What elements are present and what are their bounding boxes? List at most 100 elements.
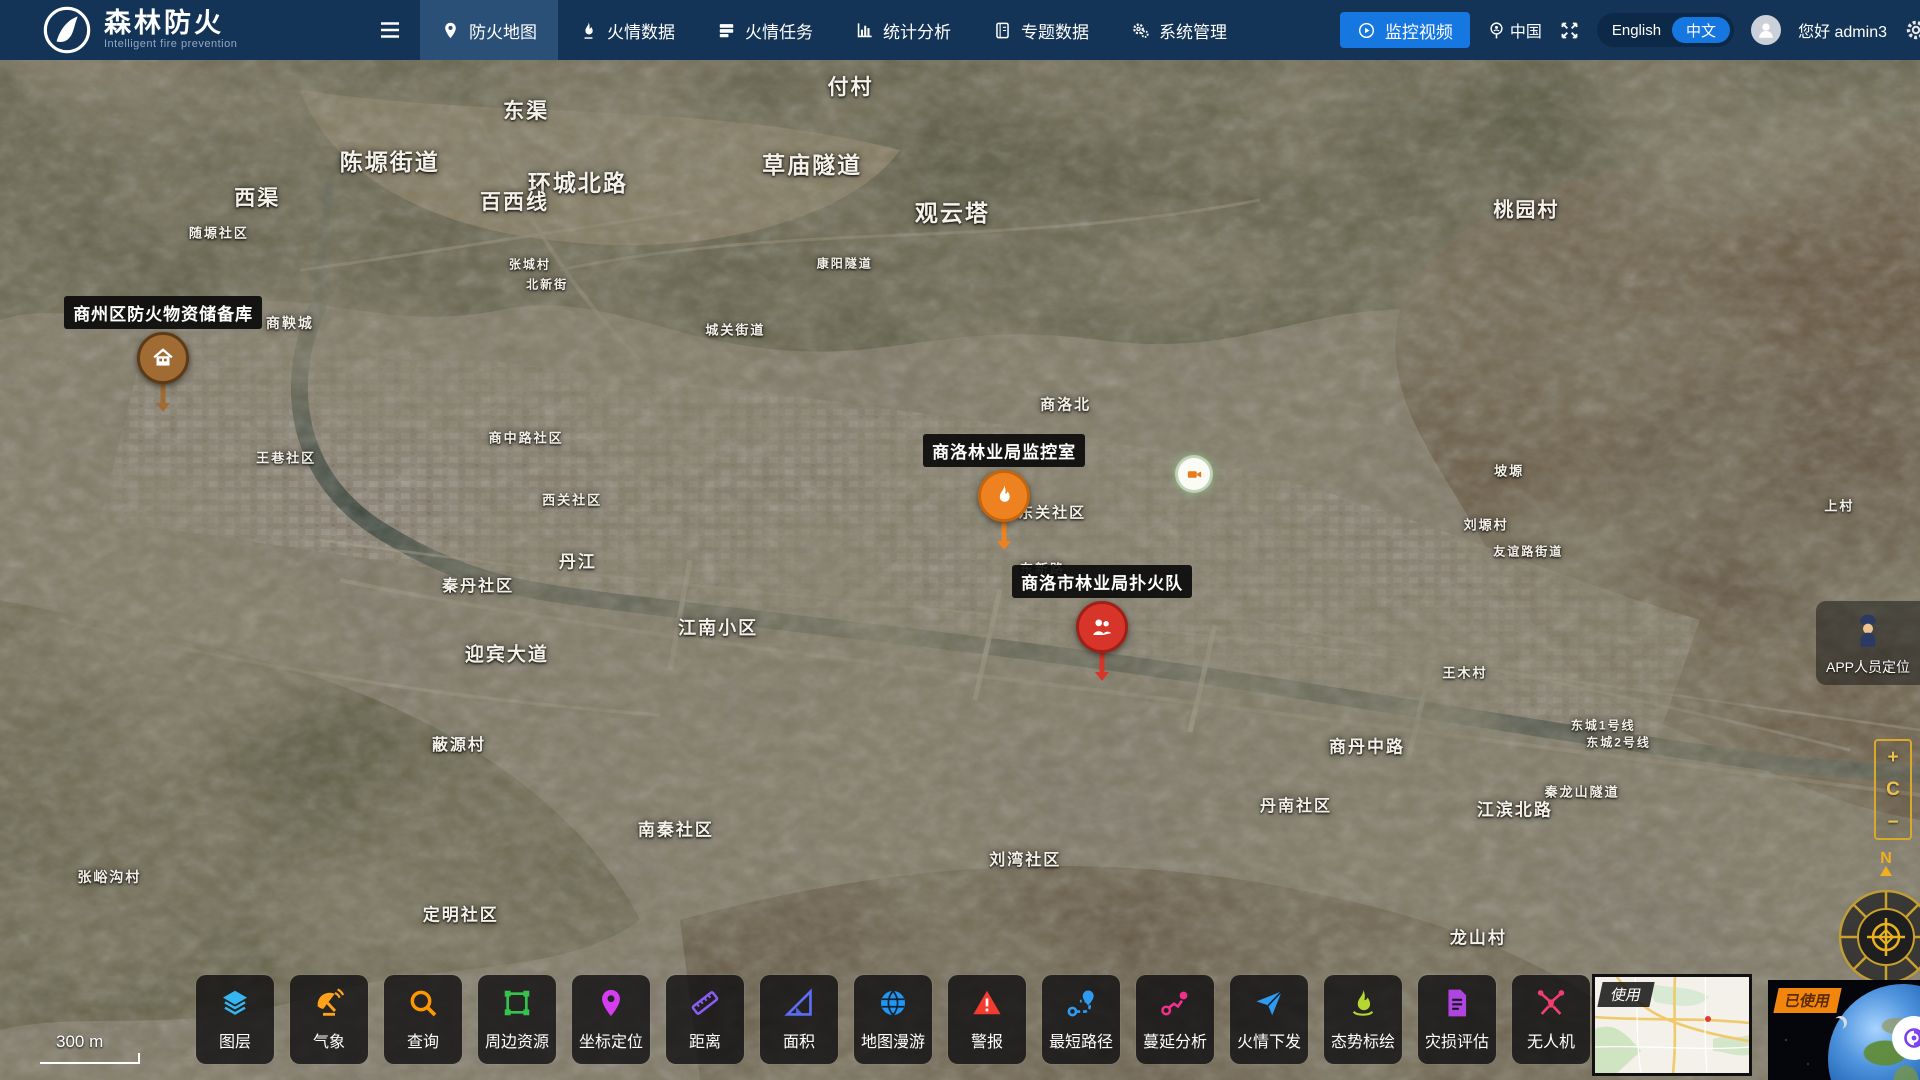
nav-item-2[interactable]: 火情数据 <box>558 0 696 60</box>
top-nav: 森林防火 Intelligent fire prevention 防火地图 火情数… <box>0 0 1920 60</box>
tool-label: 地图漫游 <box>861 1028 925 1052</box>
tool-11-button[interactable]: 蔓延分析 <box>1136 975 1214 1064</box>
settings-gear-icon[interactable] <box>1904 18 1920 42</box>
map-label: 百西线 <box>480 186 549 216</box>
map-label: 丹江 <box>559 547 597 572</box>
marker-label: 商洛市林业局扑火队 <box>1012 565 1192 598</box>
map-label: 秦龙山隧道 <box>1545 782 1620 801</box>
team-icon[interactable] <box>1076 601 1128 653</box>
zoom-in-button[interactable]: + <box>1887 748 1898 767</box>
map-label: 迎宾大道 <box>465 639 549 666</box>
map-label: 观云塔 <box>915 194 990 228</box>
tool-10-button[interactable]: 最短路径 <box>1042 975 1120 1064</box>
scale-bar: 300 m <box>40 1032 140 1064</box>
country-selector[interactable]: 中国 <box>1487 18 1542 42</box>
zoom-control: + C − <box>1874 739 1912 840</box>
tool-5-button[interactable]: 坐标定位 <box>572 975 650 1064</box>
tool-label: 警报 <box>971 1028 1003 1052</box>
map-label: 陈塬街道 <box>340 143 440 177</box>
map-label: 东城2号线 <box>1586 734 1651 751</box>
monitor-video-button[interactable]: 监控视频 <box>1340 12 1470 48</box>
street-map-marker <box>1705 1016 1711 1022</box>
flame-icon[interactable] <box>978 470 1030 522</box>
map-canvas[interactable]: 东渠陈塬街道环城北路百西线西渠付村草庙隧道观云塔桃园村随塬社区张城村北新街城关街… <box>0 60 1920 1080</box>
fire-data-icon <box>579 21 598 40</box>
map-label: 张峪沟村 <box>77 867 141 887</box>
map-label: 张城村 <box>509 256 551 273</box>
tool-label: 图层 <box>219 1028 251 1052</box>
user-avatar[interactable] <box>1751 15 1781 45</box>
map-pin-icon <box>441 21 460 40</box>
send-icon <box>1253 987 1285 1019</box>
map-label: 龙山村 <box>1450 924 1507 949</box>
topbar-right: 监控视频 中国 English 中文 您好 admin3 <box>1340 0 1912 60</box>
zoom-out-button[interactable]: − <box>1887 813 1898 832</box>
nav-item-1[interactable]: 防火地图 <box>420 0 558 60</box>
tool-13-button[interactable]: 态势标绘 <box>1324 975 1402 1064</box>
marker-arrow <box>997 541 1011 550</box>
nav-item-3[interactable]: 火情任务 <box>696 0 834 60</box>
brand: 森林防火 Intelligent fire prevention <box>42 0 237 60</box>
tool-1-button[interactable]: 图层 <box>196 975 274 1064</box>
map-label: 江滨北路 <box>1477 795 1553 820</box>
tool-12-button[interactable]: 火情下发 <box>1230 975 1308 1064</box>
tool-15-button[interactable]: 无人机 <box>1512 975 1590 1064</box>
tool-4-button[interactable]: 周边资源 <box>478 975 556 1064</box>
nav-item-4[interactable]: 统计分析 <box>834 0 972 60</box>
tool-7-button[interactable]: 面积 <box>760 975 838 1064</box>
zoom-reset-button[interactable]: C <box>1886 780 1900 799</box>
map-label: 江南小区 <box>678 614 758 640</box>
tool-9-button[interactable]: 警报 <box>948 975 1026 1064</box>
tool-label: 查询 <box>407 1028 439 1052</box>
tool-2-button[interactable]: 气象 <box>290 975 368 1064</box>
bottom-toolbar: 图层 气象 查询 周边资源坐标定位距离面积 地图漫游 警报 最短路径蔓延分析火情下发态势标绘… <box>196 975 1590 1064</box>
nav-item-5[interactable]: 专题数据 <box>972 0 1110 60</box>
map-label: 随塬社区 <box>189 223 249 242</box>
tool-label: 面积 <box>783 1028 815 1052</box>
tool-8-button[interactable]: 地图漫游 <box>854 975 932 1064</box>
globe-icon <box>877 987 909 1019</box>
tool-14-button[interactable]: 灾损评估 <box>1418 975 1496 1064</box>
marker-arrow <box>1095 672 1109 681</box>
tool-3-button[interactable]: 查询 <box>384 975 462 1064</box>
camera-poi-marker[interactable] <box>1178 458 1210 490</box>
system-icon <box>1131 21 1150 40</box>
locate-icon <box>595 987 627 1019</box>
country-pin-icon <box>1487 21 1506 40</box>
app-title: 森林防火 <box>104 9 237 37</box>
tool-label: 态势标绘 <box>1331 1028 1395 1052</box>
compass-north-label: N <box>1880 850 1892 867</box>
tool-label: 气象 <box>313 1028 345 1052</box>
nav-item-label: 火情数据 <box>607 18 675 43</box>
app-personnel-panel[interactable]: APP人员定位 <box>1816 601 1920 685</box>
minimap-street[interactable]: 使用 <box>1592 974 1752 1076</box>
lang-option-english[interactable]: English <box>1612 22 1661 39</box>
house-icon[interactable] <box>137 332 189 384</box>
ruler-icon <box>689 987 721 1019</box>
fullscreen-button[interactable] <box>1559 20 1580 41</box>
lang-option-chinese[interactable]: 中文 <box>1672 17 1730 43</box>
minimap-earth-badge: 已使用 <box>1773 988 1841 1013</box>
tool-6-button[interactable]: 距离 <box>666 975 744 1064</box>
tool-label: 坐标定位 <box>579 1028 643 1052</box>
menu-toggle[interactable] <box>378 18 402 42</box>
nav-item-label: 火情任务 <box>745 18 813 43</box>
map-label: 南秦社区 <box>638 816 714 841</box>
alert-icon <box>971 987 1003 1019</box>
map-label: 东渠 <box>503 95 549 125</box>
region-icon <box>501 987 533 1019</box>
compass[interactable]: N <box>1816 847 1920 997</box>
language-toggle[interactable]: English 中文 <box>1597 13 1734 47</box>
map-label: 坡塬 <box>1494 461 1524 480</box>
minimap-earth[interactable]: 已使用 <box>1768 980 1920 1080</box>
map-label: 定明社区 <box>423 900 499 925</box>
scale-line <box>40 1053 140 1064</box>
map-label: 刘塬村 <box>1464 515 1509 534</box>
map-label: 康阳隧道 <box>817 254 873 271</box>
nav-item-6[interactable]: 系统管理 <box>1110 0 1248 60</box>
map-label: 付村 <box>828 71 874 101</box>
area-icon <box>783 987 815 1019</box>
map-label: 丹南社区 <box>1260 792 1332 816</box>
layers-icon <box>219 987 251 1019</box>
main-nav: 防火地图 火情数据 火情任务统计分析专题数据系统管理 <box>420 0 1248 60</box>
